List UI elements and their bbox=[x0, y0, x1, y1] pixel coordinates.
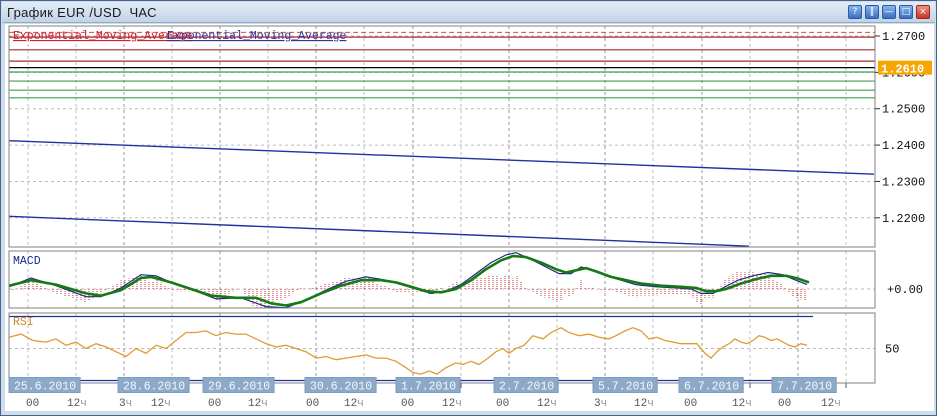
price-label: 1.2200 bbox=[882, 212, 925, 226]
time-label: 3ч bbox=[594, 398, 607, 410]
time-label: 12ч bbox=[537, 398, 557, 410]
time-label: 12ч bbox=[344, 398, 364, 410]
titlebar[interactable]: График EUR /USD ЧАС ? ‖ — □ × bbox=[2, 2, 935, 23]
date-label: 2.7.2010 bbox=[499, 381, 554, 394]
time-label: 00 bbox=[684, 398, 697, 410]
time-label: 00 bbox=[778, 398, 791, 410]
time-label: 00 bbox=[306, 398, 319, 410]
time-label: 12ч bbox=[67, 398, 87, 410]
price-label: 1.2500 bbox=[882, 103, 925, 117]
ema-legend-fast[interactable]: Exponential_Moving_Average bbox=[13, 30, 193, 43]
maximize-button[interactable]: □ bbox=[899, 5, 913, 19]
time-label: 00 bbox=[496, 398, 509, 410]
date-label: 30.6.2010 bbox=[310, 381, 372, 394]
rsi-label: RSI bbox=[13, 316, 34, 329]
date-label: 6.7.2010 bbox=[684, 381, 739, 394]
maximize-icon: □ bbox=[902, 7, 911, 17]
help-button[interactable]: ? bbox=[848, 5, 862, 19]
time-label: 3ч bbox=[119, 398, 132, 410]
date-label: 1.7.2010 bbox=[401, 381, 456, 394]
time-label: 12ч bbox=[442, 398, 462, 410]
pause-icon: ‖ bbox=[870, 7, 875, 17]
close-icon: × bbox=[919, 7, 927, 17]
window-buttons: ? ‖ — □ × bbox=[848, 5, 930, 19]
close-button[interactable]: × bbox=[916, 5, 930, 19]
price-label: 1.2700 bbox=[882, 30, 925, 44]
help-icon: ? bbox=[853, 7, 858, 17]
minimize-button[interactable]: — bbox=[882, 5, 896, 19]
date-label: 28.6.2010 bbox=[123, 381, 185, 394]
price-label: 1.2300 bbox=[882, 175, 925, 189]
chart-window: Exponential_Moving_AverageExponential_Mo… bbox=[0, 0, 937, 416]
rsi-50-label: 50 bbox=[885, 343, 899, 357]
macd-panel[interactable] bbox=[9, 251, 875, 310]
price-label: 1.2400 bbox=[882, 139, 925, 153]
time-label: 12ч bbox=[248, 398, 268, 410]
window-title: График EUR /USD ЧАС bbox=[7, 5, 157, 20]
date-label: 5.7.2010 bbox=[598, 381, 653, 394]
date-label: 7.7.2010 bbox=[777, 381, 832, 394]
pause-button[interactable]: ‖ bbox=[865, 5, 879, 19]
time-label: 00 bbox=[208, 398, 221, 410]
time-label: 12ч bbox=[732, 398, 752, 410]
time-label: 12ч bbox=[151, 398, 171, 410]
ema-legend-slow[interactable]: Exponential_Moving_Average bbox=[167, 30, 347, 43]
time-label: 00 bbox=[401, 398, 414, 410]
current-price-tag: 1.2610 bbox=[878, 61, 932, 77]
minimize-icon: — bbox=[885, 7, 894, 17]
rsi-panel[interactable] bbox=[9, 313, 875, 383]
current-price-value: 1.2610 bbox=[881, 63, 924, 77]
chart-canvas[interactable]: Exponential_Moving_AverageExponential_Mo… bbox=[1, 1, 937, 416]
macd-label: MACD bbox=[13, 255, 41, 268]
macd-zero-label: +0.00 bbox=[887, 283, 923, 297]
date-label: 29.6.2010 bbox=[208, 381, 270, 394]
date-label: 25.6.2010 bbox=[14, 381, 76, 394]
time-label: 12ч bbox=[821, 398, 841, 410]
time-label: 00 bbox=[26, 398, 39, 410]
time-label: 12ч bbox=[634, 398, 654, 410]
